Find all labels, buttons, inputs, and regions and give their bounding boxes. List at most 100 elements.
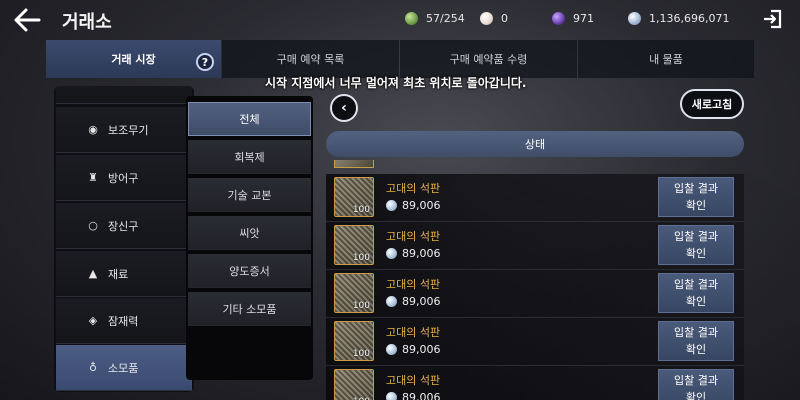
potion-flask-icon: ▲ xyxy=(88,267,98,280)
item-price: 89,006 xyxy=(386,199,441,212)
armor-icon: ♜ xyxy=(88,171,98,184)
list-item[interactable]: 100 고대의 석판 89,006 입찰 결과 확인 xyxy=(326,318,744,366)
ancient-tablet-icon: 100 xyxy=(334,369,374,400)
category-sub-weapon[interactable]: ◉ 보조무기 xyxy=(56,107,192,153)
bid-result-button[interactable]: 입찰 결과 확인 xyxy=(658,225,734,265)
item-count: 100 xyxy=(352,349,370,359)
item-name: 고대의 석판 xyxy=(386,374,441,387)
price-value: 89,006 xyxy=(402,247,441,260)
pearl-icon xyxy=(480,11,493,25)
item-list[interactable]: 100 고대의 석판 89,006 입찰 결과 확인 100 고대의 석판 89… xyxy=(326,160,744,400)
category-label: 잠재력 xyxy=(108,314,139,328)
silver-icon xyxy=(386,296,397,307)
subcategory-all[interactable]: 전체 xyxy=(188,102,311,136)
tab-bar: 거래 시장 구매 예약 목록 구매 예약품 수령 내 물품 xyxy=(46,40,754,78)
bid-result-button[interactable]: 입찰 결과 확인 xyxy=(658,369,734,400)
item-count: 100 xyxy=(352,301,370,311)
bid-result-label: 입찰 결과 확인 xyxy=(674,374,718,400)
category-armor[interactable]: ♜ 방어구 xyxy=(56,155,192,201)
item-price: 89,006 xyxy=(386,295,441,308)
item-name: 고대의 석판 xyxy=(386,278,441,291)
category-label: 재료 xyxy=(108,267,129,281)
subcategory-list: 전체 회복제 기술 교본 씨앗 양도증서 기타 소모품 xyxy=(186,96,313,380)
category-label: 보조무기 xyxy=(108,123,149,137)
category-accessory[interactable]: ○ 장신구 xyxy=(56,203,192,249)
category-weapon[interactable]: ✕ xyxy=(56,86,192,104)
item-price: 89,006 xyxy=(386,343,441,356)
back-arrow-icon[interactable] xyxy=(12,6,42,34)
refresh-button[interactable]: 새로고침 xyxy=(680,89,744,119)
category-material[interactable]: ▲ 재료 xyxy=(56,251,192,297)
currency-pearl: 0 xyxy=(480,10,508,26)
category-consumable[interactable]: ♁ 소모품 xyxy=(56,345,192,391)
price-value: 89,006 xyxy=(402,199,441,212)
diamond-icon: ◈ xyxy=(88,314,98,327)
item-count: 100 xyxy=(352,205,370,215)
system-notice: 시작 지점에서 너무 멀어져 최초 위치로 돌아갑니다. xyxy=(265,76,527,90)
item-name: 고대의 석판 xyxy=(386,326,441,339)
tab-reservation-receive[interactable]: 구매 예약품 수령 xyxy=(400,40,577,78)
category-label: 소모품 xyxy=(108,361,139,375)
currency-value: 1,136,696,071 xyxy=(649,11,730,25)
silver-icon xyxy=(386,392,397,400)
price-value: 89,006 xyxy=(402,295,441,308)
ancient-tablet-icon: 100 xyxy=(334,321,374,361)
subcategory-skill-book[interactable]: 기술 교본 xyxy=(188,178,311,212)
subcategory-transfer-deed[interactable]: 양도증서 xyxy=(188,254,311,288)
sub-weapon-icon: ◉ xyxy=(88,123,98,136)
subcategory-other[interactable]: 기타 소모품 xyxy=(188,292,311,326)
category-label: 방어구 xyxy=(108,171,139,185)
top-bar: 거래소 57/254 0 971 1,136,696,071 xyxy=(0,0,800,40)
tab-market[interactable]: 거래 시장 xyxy=(46,40,221,78)
list-item[interactable]: 100 고대의 석판 89,006 입찰 결과 확인 xyxy=(326,366,744,400)
green-gem-icon xyxy=(405,11,418,25)
silver-icon xyxy=(386,200,397,211)
silver-icon xyxy=(386,248,397,259)
ancient-tablet-icon: 100 xyxy=(334,225,374,265)
price-value: 89,006 xyxy=(402,343,441,356)
item-price: 89,006 xyxy=(386,247,441,260)
item-name: 고대의 석판 xyxy=(386,182,441,195)
consumable-icon: ♁ xyxy=(88,361,98,374)
item-name: 고대의 석판 xyxy=(386,230,441,243)
silver-icon xyxy=(628,11,641,25)
category-potential[interactable]: ◈ 잠재력 xyxy=(56,298,192,344)
category-list: ✕ ◉ 보조무기 ♜ 방어구 ○ 장신구 ▲ 재료 ◈ 잠재력 ♁ 소모품 xyxy=(54,86,194,392)
currency-value: 57/254 xyxy=(426,11,465,25)
bid-result-button[interactable]: 입찰 결과 확인 xyxy=(658,321,734,361)
status-column-header: 상태 xyxy=(326,131,744,157)
ancient-tablet-icon: 100 xyxy=(334,273,374,313)
item-thumbnail xyxy=(334,160,374,168)
currency-value: 971 xyxy=(573,11,594,25)
ancient-tablet-icon: 100 xyxy=(334,177,374,217)
price-value: 89,006 xyxy=(402,391,441,400)
help-icon[interactable]: ? xyxy=(196,53,214,71)
currency-value: 0 xyxy=(501,11,508,25)
page-title: 거래소 xyxy=(62,12,112,33)
back-chevron-icon[interactable]: ‹ xyxy=(330,94,358,122)
bid-result-label: 입찰 결과 확인 xyxy=(674,230,718,260)
list-item[interactable]: 100 고대의 석판 89,006 입찰 결과 확인 xyxy=(326,222,744,270)
currency-purple: 971 xyxy=(552,10,594,26)
crossed-swords-icon: ✕ xyxy=(86,86,100,88)
bid-result-button[interactable]: 입찰 결과 확인 xyxy=(658,273,734,313)
bid-result-label: 입찰 결과 확인 xyxy=(674,278,718,308)
exit-icon[interactable] xyxy=(762,8,784,30)
category-label: 장신구 xyxy=(108,219,139,233)
list-item[interactable]: 100 고대의 석판 89,006 입찰 결과 확인 xyxy=(326,270,744,318)
purple-orb-icon xyxy=(552,11,565,25)
subcategory-recovery[interactable]: 회복제 xyxy=(188,140,311,174)
list-item[interactable]: 100 고대의 석판 89,006 입찰 결과 확인 xyxy=(326,174,744,222)
tab-purchase-reservation[interactable]: 구매 예약 목록 xyxy=(222,40,399,78)
item-price: 89,006 xyxy=(386,391,441,400)
currency-energy: 57/254 xyxy=(405,10,465,26)
tab-my-items[interactable]: 내 물품 xyxy=(578,40,754,78)
currency-silver: 1,136,696,071 xyxy=(628,10,729,26)
subcategory-seed[interactable]: 씨앗 xyxy=(188,216,311,250)
bid-result-label: 입찰 결과 확인 xyxy=(674,326,718,356)
item-count: 100 xyxy=(352,253,370,263)
silver-icon xyxy=(386,344,397,355)
ring-icon: ○ xyxy=(88,219,98,232)
bid-result-button[interactable]: 입찰 결과 확인 xyxy=(658,177,734,217)
bid-result-label: 입찰 결과 확인 xyxy=(674,182,718,212)
